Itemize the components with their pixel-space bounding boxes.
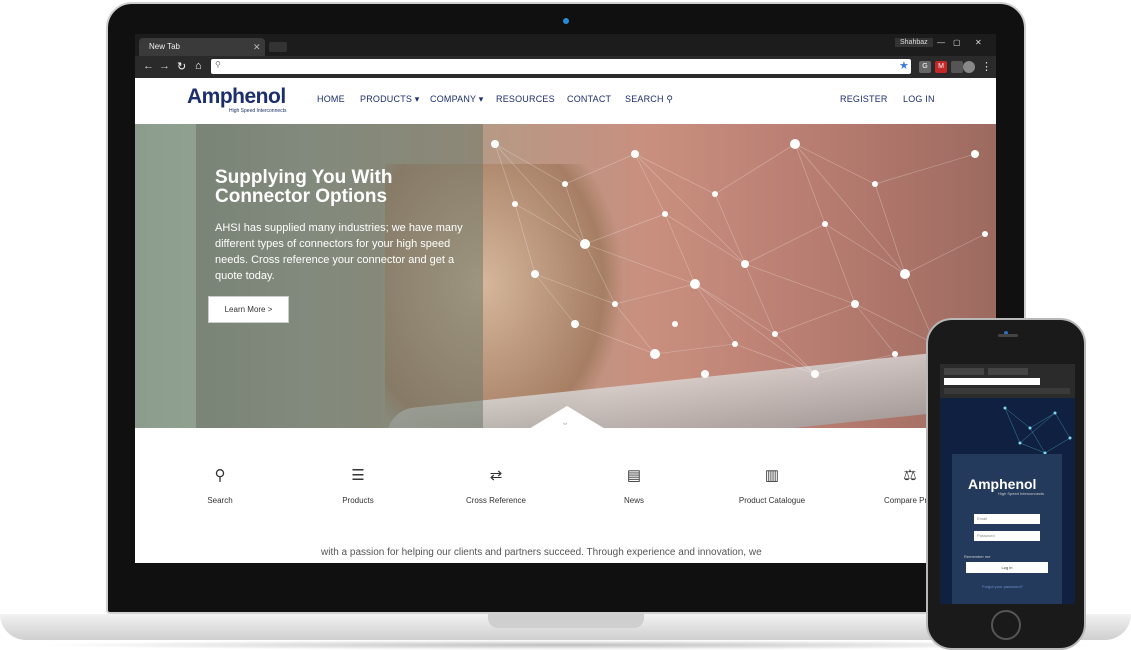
- reload-icon[interactable]: ↻: [177, 60, 186, 73]
- phone-speaker: [998, 334, 1018, 337]
- close-window-button[interactable]: ✕: [975, 38, 982, 47]
- document-icon: ▤: [626, 467, 642, 484]
- home-icon[interactable]: ⌂: [195, 60, 202, 72]
- site-header: Amphenol High Speed Interconnects HOME P…: [135, 78, 996, 125]
- nav-home[interactable]: HOME: [317, 94, 345, 104]
- nav-resources[interactable]: RESOURCES: [496, 94, 555, 104]
- gmail-icon[interactable]: M: [935, 61, 947, 73]
- address-bar[interactable]: ⚲ ★: [211, 59, 911, 74]
- register-link[interactable]: REGISTER: [840, 94, 888, 104]
- tagline-text: with a passion for helping our clients a…: [321, 547, 762, 558]
- extension-icon[interactable]: G: [919, 61, 931, 73]
- forward-icon[interactable]: →: [159, 60, 170, 72]
- search-icon: ⚲: [215, 60, 221, 69]
- laptop-screen: New Tab ✕ Shahbaz — ▢ ✕ ← → ↻ ⌂ ⚲ ★ G M …: [135, 34, 996, 563]
- quick-link-news[interactable]: ▤ News: [579, 466, 689, 505]
- profile-button[interactable]: Shahbaz: [895, 38, 933, 47]
- menu-icon[interactable]: ⋮: [981, 60, 992, 73]
- search-icon: ⚲: [214, 467, 226, 484]
- shuffle-icon: ⇄: [489, 467, 503, 484]
- hero-text: AHSI has supplied many industries; we ha…: [215, 222, 463, 282]
- back-icon[interactable]: ←: [143, 60, 154, 72]
- quick-link-label: Product Catalogue: [738, 496, 806, 505]
- phone-bookmarks-bar: [944, 388, 1070, 394]
- quick-link-cross-reference[interactable]: ⇄ Cross Reference: [441, 466, 551, 505]
- phone-browser-chrome: [940, 364, 1075, 398]
- phone-login-button[interactable]: Log in: [966, 562, 1048, 573]
- nav-products[interactable]: PRODUCTS ▾: [360, 94, 420, 105]
- phone-remember-checkbox[interactable]: Remember me: [964, 554, 990, 559]
- phone-tab[interactable]: [988, 368, 1028, 375]
- learn-more-button[interactable]: Learn More >: [208, 296, 289, 323]
- phone-tab[interactable]: [944, 368, 984, 375]
- maximize-button[interactable]: ▢: [953, 38, 961, 47]
- site-logo[interactable]: Amphenol: [187, 85, 286, 109]
- quick-link-label: News: [623, 496, 644, 505]
- quick-link-label: Products: [342, 496, 374, 505]
- book-icon: ▥: [764, 467, 780, 484]
- nav-contact[interactable]: CONTACT: [567, 94, 611, 104]
- quick-link-label: Search: [207, 496, 233, 505]
- quick-link-label: Cross Reference: [465, 496, 527, 505]
- browser-toolbar: ← → ↻ ⌂ ⚲ ★ G M ⋮: [135, 56, 996, 78]
- logo-subtitle: High Speed Interconnects: [229, 108, 287, 114]
- browser-tab[interactable]: New Tab ✕: [139, 38, 265, 56]
- phone-email-field[interactable]: Email: [974, 514, 1040, 524]
- phone-screen: Amphenol High Speed Interconnects Email …: [940, 364, 1075, 604]
- phone-password-field[interactable]: Password: [974, 531, 1040, 541]
- browser-tab-bar: New Tab ✕ Shahbaz — ▢ ✕: [135, 34, 996, 56]
- tab-close-icon[interactable]: ✕: [253, 38, 261, 56]
- phone-home-button: [991, 610, 1021, 640]
- chevron-down-icon[interactable]: ⌄: [561, 417, 569, 428]
- phone-logo-subtitle: High Speed Interconnects: [998, 491, 1045, 496]
- list-icon: ☰: [351, 467, 365, 484]
- quick-link-products[interactable]: ☰ Products: [303, 466, 413, 505]
- hero-left-panel: [135, 124, 196, 428]
- quick-link-search[interactable]: ⚲ Search: [165, 466, 275, 505]
- tab-title: New Tab: [149, 42, 180, 51]
- nav-company[interactable]: COMPANY ▾: [430, 94, 484, 105]
- phone-address-bar[interactable]: [944, 378, 1040, 385]
- minimize-button[interactable]: —: [937, 38, 945, 47]
- star-icon[interactable]: ★: [899, 59, 909, 72]
- hero-text-panel: Supplying You With Connector Options AHS…: [196, 124, 483, 428]
- extension-icon[interactable]: [963, 61, 975, 73]
- quick-link-catalogue[interactable]: ▥ Product Catalogue: [717, 466, 827, 505]
- phone-logo: Amphenol: [968, 476, 1037, 492]
- phone-forgot-link[interactable]: Forgot your password?: [982, 584, 1023, 589]
- hero-banner: Supplying You With Connector Options AHS…: [135, 124, 996, 428]
- login-link[interactable]: LOG IN: [903, 94, 935, 104]
- hero-title: Supplying You With Connector Options: [215, 167, 393, 207]
- new-tab-button[interactable]: [269, 42, 287, 52]
- extension-icon[interactable]: [951, 61, 963, 73]
- laptop-base-notch: [488, 614, 644, 628]
- webcam-icon: [563, 18, 569, 24]
- nav-search[interactable]: SEARCH ⚲: [625, 94, 673, 105]
- network-graphic: [491, 139, 988, 378]
